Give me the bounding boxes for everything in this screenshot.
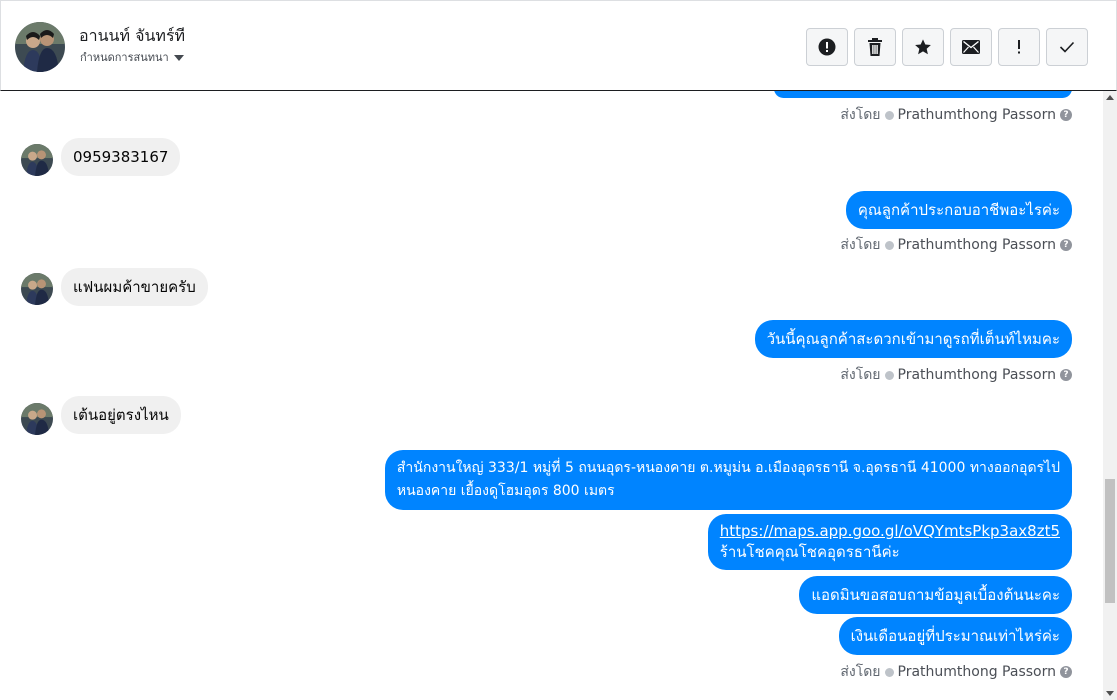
contact-avatar[interactable] (15, 22, 65, 72)
help-icon[interactable]: ? (1060, 666, 1072, 678)
message-bubble-outgoing[interactable]: วันนี้คุณลูกค้าสะดวกเข้ามาดูรถที่เต็นท์ไ… (754, 320, 1072, 358)
message-bubble-incoming[interactable]: เต้นอยู่ตรงไหน (61, 396, 181, 434)
contact-avatar-small[interactable] (21, 403, 53, 435)
sent-by-label: ส่งโดย (840, 237, 881, 253)
agent-name[interactable]: Prathumthong Passorn (898, 107, 1056, 123)
message-thread[interactable]: ส่งโดย Prathumthong Passorn ? 0959383167… (0, 91, 1103, 700)
scrollbar-thumb[interactable] (1105, 479, 1115, 603)
message-bubble-incoming[interactable]: 0959383167 (61, 138, 181, 176)
alert-circle-icon (818, 38, 836, 56)
envelope-icon (962, 40, 980, 54)
agent-dot-icon (884, 667, 894, 677)
maps-link[interactable]: https://maps.app.goo.gl/oVQYmtsPkp3ax8zt… (720, 521, 1060, 542)
agent-dot-icon (884, 240, 894, 250)
conversation-status-label: กำหนดการสนทนา (80, 51, 169, 64)
message-line: สำนักงานใหญ่ 333/1 หมู่ที่ 5 ถนนอุดร-หนอ… (396, 460, 1060, 476)
sent-by-meta: ส่งโดย Prathumthong Passorn ? (840, 104, 1072, 126)
mark-done-button[interactable] (1046, 28, 1088, 66)
message-line: หนองคาย เยื้องดูโฮมอุดร 800 เมตร (396, 483, 615, 499)
thread-scrollbar[interactable] (1103, 91, 1117, 700)
mark-unread-button[interactable] (950, 28, 992, 66)
spam-button[interactable] (806, 28, 848, 66)
trash-icon (868, 38, 882, 56)
sent-by-label: ส่งโดย (840, 367, 881, 383)
message-bubble-outgoing[interactable]: แอดมินขอสอบถามข้อมูลเบื้องต้นนะคะ (799, 576, 1072, 614)
caret-down-icon (173, 54, 184, 61)
follow-up-button[interactable] (998, 28, 1040, 66)
agent-name[interactable]: Prathumthong Passorn (898, 664, 1056, 680)
agent-dot-icon (884, 110, 894, 120)
sent-by-label: ส่งโดย (840, 664, 881, 680)
star-icon (915, 39, 931, 55)
conversation-header: อานนท์ จันทร์ที กำหนดการสนทนา (0, 0, 1117, 91)
check-icon (1059, 41, 1075, 53)
agent-name[interactable]: Prathumthong Passorn (898, 237, 1056, 253)
message-line: ร้านโชคคุณโชคอุดรธานีค่ะ (719, 543, 900, 561)
scroll-up-arrow-icon[interactable] (1106, 95, 1114, 100)
agent-name[interactable]: Prathumthong Passorn (898, 367, 1056, 383)
contact-avatar-small[interactable] (21, 273, 53, 305)
conversation-toolbar (806, 28, 1088, 66)
message-bubble-outgoing[interactable]: คุณลูกค้าประกอบอาชีพอะไรค่ะ (845, 191, 1072, 229)
sent-by-label: ส่งโดย (840, 107, 881, 123)
help-icon[interactable]: ? (1060, 109, 1072, 121)
scroll-down-arrow-icon[interactable] (1106, 691, 1114, 696)
help-icon[interactable]: ? (1060, 369, 1072, 381)
message-bubble-outgoing[interactable]: https://maps.app.goo.gl/oVQYmtsPkp3ax8zt… (707, 514, 1072, 570)
message-bubble-outgoing[interactable] (774, 91, 1072, 98)
agent-dot-icon (884, 370, 894, 380)
conversation-status-dropdown[interactable]: กำหนดการสนทนา (80, 48, 184, 66)
star-button[interactable] (902, 28, 944, 66)
contact-avatar-small[interactable] (21, 144, 53, 176)
exclamation-icon (1018, 40, 1020, 54)
sent-by-meta: ส่งโดย Prathumthong Passorn ? (840, 661, 1072, 683)
sent-by-meta: ส่งโดย Prathumthong Passorn ? (840, 234, 1072, 256)
message-bubble-outgoing[interactable]: สำนักงานใหญ่ 333/1 หมู่ที่ 5 ถนนอุดร-หนอ… (384, 450, 1072, 510)
message-bubble-outgoing[interactable]: เงินเดือนอยู่ที่ประมาณเท่าไหร่ค่ะ (838, 617, 1072, 655)
contact-name: อานนท์ จันทร์ที (79, 26, 186, 45)
delete-button[interactable] (854, 28, 896, 66)
help-icon[interactable]: ? (1060, 239, 1072, 251)
message-bubble-incoming[interactable]: แฟนผมค้าขายครับ (61, 268, 208, 306)
sent-by-meta: ส่งโดย Prathumthong Passorn ? (840, 364, 1072, 386)
